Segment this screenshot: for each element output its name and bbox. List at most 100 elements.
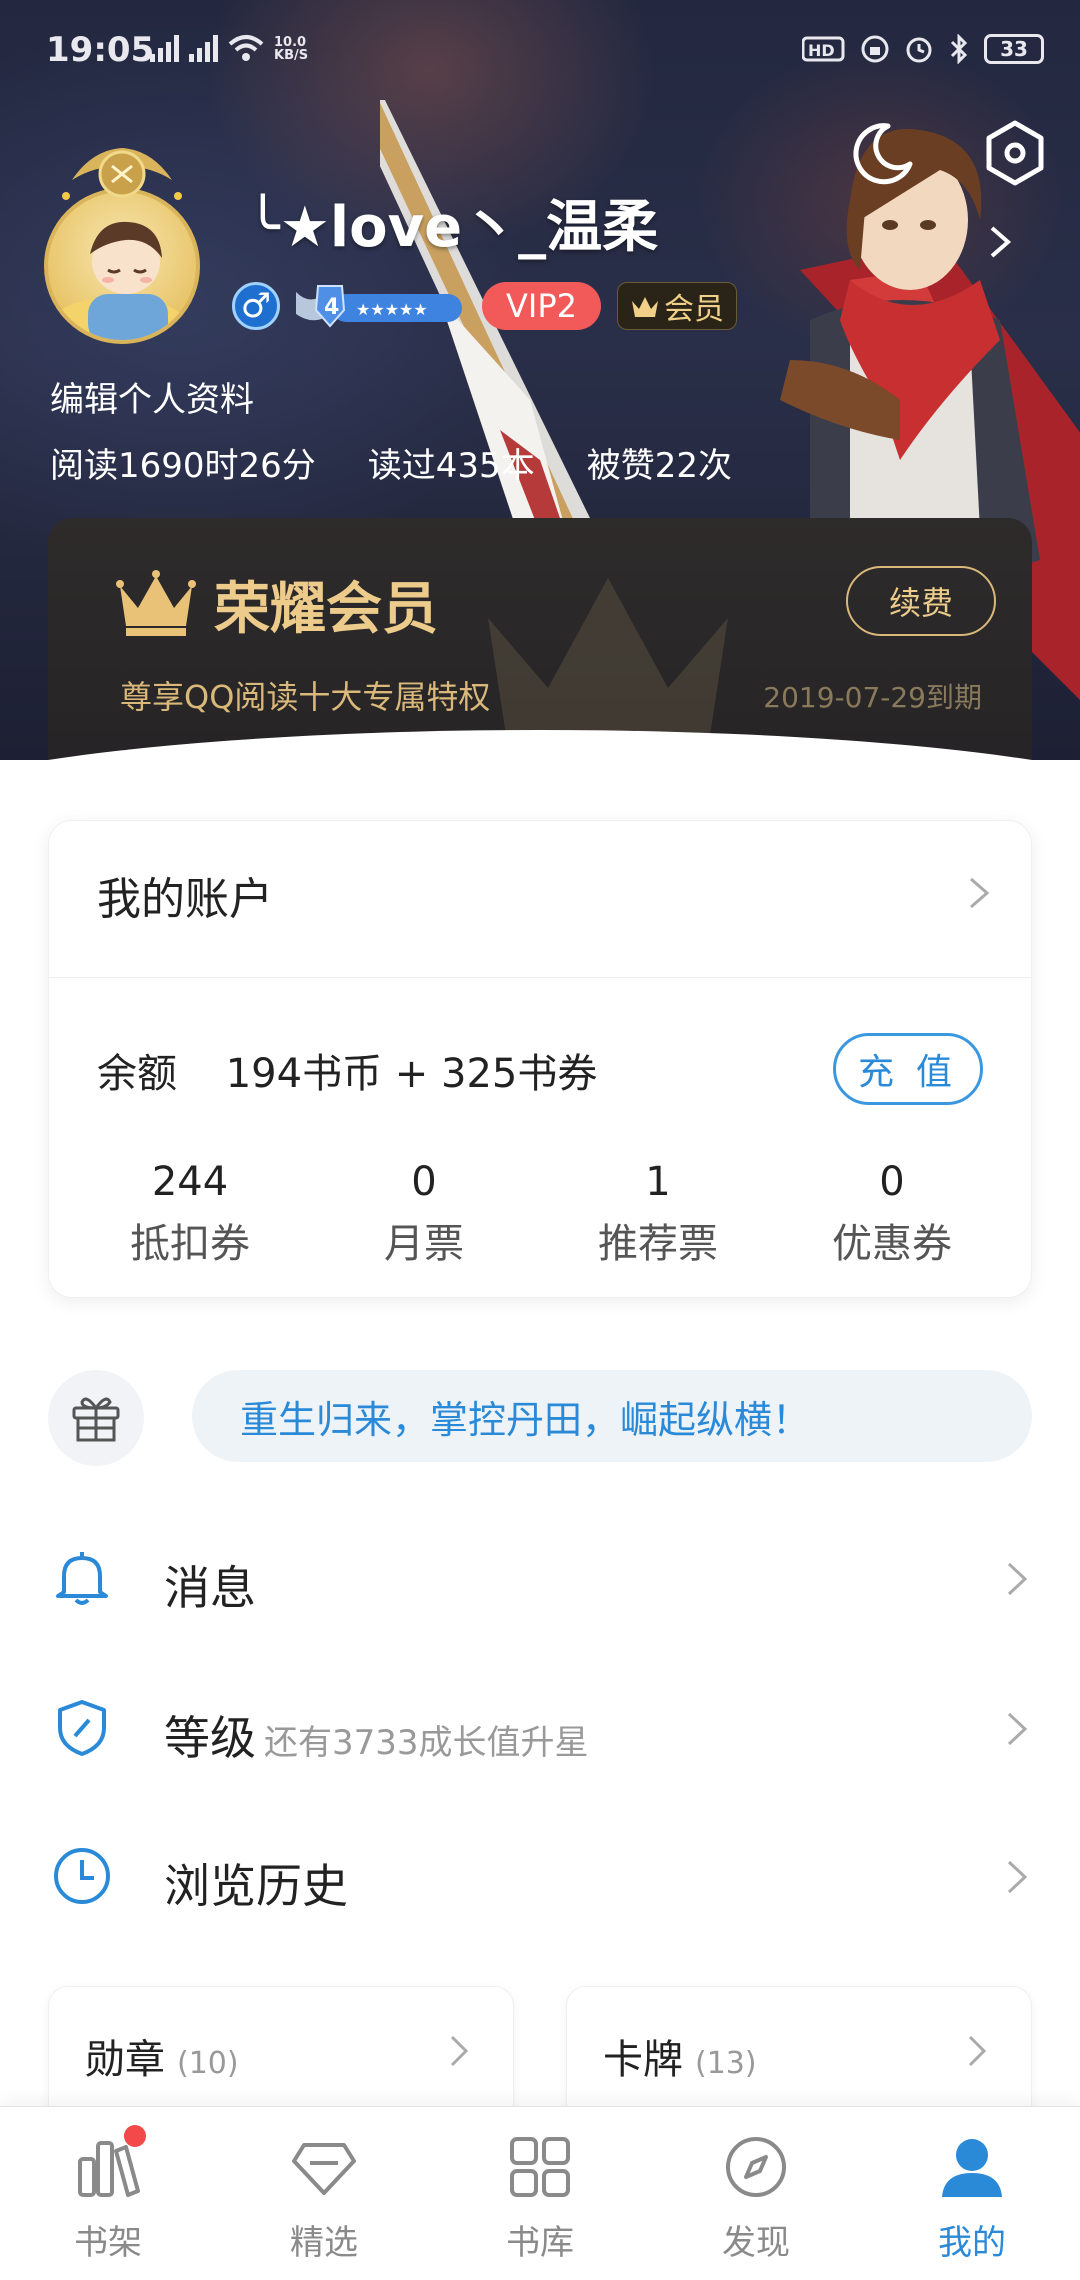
status-bar: 19:05 10.0 KB/S HD 33	[0, 0, 1080, 110]
renew-button[interactable]: 续费	[846, 566, 996, 636]
person-icon	[942, 2139, 1002, 2197]
nav-label: 发现	[722, 2223, 790, 2263]
ticket-deduction[interactable]: 244 抵扣券	[73, 1159, 307, 1269]
card-count: (13)	[695, 2046, 757, 2081]
bluetooth-icon	[950, 34, 968, 64]
ticket-label: 推荐票	[598, 1221, 718, 1267]
crown-icon	[116, 570, 196, 636]
level-number: 4	[324, 295, 339, 320]
nav-featured[interactable]: 精选	[216, 2107, 432, 2280]
clock-icon	[54, 1848, 110, 1904]
tile-label: 卡牌 (13)	[603, 2037, 757, 2083]
nav-library[interactable]: 书库	[432, 2107, 648, 2280]
ticket-value: 1	[645, 1159, 671, 1205]
chevron-right-icon[interactable]	[967, 873, 991, 913]
ticket-monthly[interactable]: 0 月票	[307, 1159, 541, 1269]
gift-button[interactable]	[48, 1370, 144, 1466]
avatar[interactable]	[24, 140, 214, 344]
ticket-label: 月票	[384, 1221, 464, 1267]
menu-item-messages[interactable]: 消息	[0, 1516, 1080, 1636]
menu-label: 消息	[164, 1561, 256, 1615]
vip-badge[interactable]: VIP2	[482, 282, 601, 330]
ticket-value: 0	[879, 1159, 905, 1205]
edit-profile-link[interactable]: 编辑个人资料	[50, 372, 254, 421]
balance-label: 余额	[97, 1051, 177, 1097]
menu-item-level[interactable]: 等级 还有3733成长值升星	[0, 1666, 1080, 1786]
ticket-value: 244	[151, 1159, 229, 1205]
shield-icon	[58, 1700, 106, 1756]
compass-icon	[726, 2137, 786, 2197]
level-progress-hint: 还有3733成长值升星	[264, 1723, 589, 1763]
ticket-coupon[interactable]: 0 优惠券	[775, 1159, 1009, 1269]
member-label: 会员	[663, 292, 724, 327]
crown-watermark-icon	[488, 578, 728, 748]
svg-text:HD: HD	[808, 41, 835, 60]
promo-banner[interactable]: 重生归来，掌控丹田，崛起纵横！	[192, 1370, 1032, 1462]
level-badge[interactable]: 4 ★★★★★	[296, 284, 466, 328]
medals-tile[interactable]: 勋章 (10)	[48, 1986, 514, 2126]
nav-discover[interactable]: 发现	[648, 2107, 864, 2280]
chevron-right-icon	[1007, 1562, 1028, 1596]
vip-expire-date: 2019-07-29到期	[763, 681, 982, 714]
ticket-row: 244 抵扣券 0 月票 1 推荐票 0 优惠券	[49, 1159, 1031, 1269]
wifi-icon	[228, 35, 264, 61]
chevron-right-icon	[450, 2035, 469, 2067]
profile-header: 19:05 10.0 KB/S HD 33 ╰★love丶_温柔 ♂ 4 ★★★…	[0, 0, 1080, 760]
nav-label: 书架	[74, 2223, 142, 2263]
night-mode-icon[interactable]	[848, 118, 918, 188]
divider	[49, 977, 1031, 978]
settings-icon[interactable]	[980, 118, 1050, 188]
tile-label: 勋章 (10)	[85, 2037, 239, 2083]
status-time: 19:05	[46, 30, 155, 70]
nav-bookshelf[interactable]: 书架	[0, 2107, 216, 2280]
signal-icon	[189, 34, 218, 62]
bottom-nav: 书架 精选 书库 发现 我的	[0, 2106, 1080, 2280]
ticket-value: 0	[411, 1159, 437, 1205]
crest-icon	[62, 148, 182, 200]
notification-dot	[124, 2125, 146, 2147]
network-speed: 10.0 KB/S	[274, 35, 309, 63]
nav-mine[interactable]: 我的	[864, 2107, 1080, 2280]
hd-icon: HD	[802, 36, 845, 62]
svg-text:★★★★★: ★★★★★	[356, 300, 428, 319]
male-icon: ♂	[232, 282, 280, 330]
badge-row: ♂ 4 ★★★★★ VIP2 会员	[232, 282, 737, 330]
ticket-label: 抵扣券	[130, 1221, 250, 1267]
alarm-icon	[906, 37, 932, 63]
likes-count: 被赞22次	[586, 446, 732, 486]
battery-icon: 33	[984, 34, 1044, 64]
menu-item-history[interactable]: 浏览历史	[0, 1814, 1080, 1934]
lock-rotation-icon	[861, 35, 889, 63]
ticket-recommend[interactable]: 1 推荐票	[541, 1159, 775, 1269]
chevron-right-icon	[968, 2035, 987, 2067]
balance-value: 194书币 + 325书券	[225, 1051, 598, 1097]
books-read: 读过435本	[367, 446, 535, 486]
chevron-right-icon	[1007, 1860, 1028, 1894]
grid-icon	[510, 2137, 570, 2197]
account-card: 我的账户 余额 194书币 + 325书券 充 值 244 抵扣券 0 月票 1…	[48, 820, 1032, 1298]
bell-icon	[56, 1552, 108, 1605]
nav-label: 书库	[506, 2223, 574, 2263]
ticket-label: 优惠券	[832, 1221, 952, 1267]
nav-label: 我的	[938, 2223, 1006, 2263]
recharge-button[interactable]: 充 值	[833, 1033, 983, 1105]
gift-icon	[72, 1397, 120, 1442]
balance: 余额 194书币 + 325书券	[97, 1041, 597, 1099]
account-title[interactable]: 我的账户	[97, 863, 273, 927]
menu-label: 浏览历史	[164, 1859, 348, 1913]
medal-count: (10)	[177, 2046, 239, 2081]
avatar-image	[44, 188, 200, 344]
menu-label: 等级 还有3733成长值升星	[164, 1711, 589, 1765]
cards-tile[interactable]: 卡牌 (13)	[566, 1986, 1032, 2126]
vip-subtitle: 尊享QQ阅读十大专属特权	[120, 678, 491, 716]
reading-stats: 阅读1690时26分 读过435本 被赞22次	[50, 438, 732, 487]
username[interactable]: ╰★love丶_温柔	[246, 182, 658, 263]
crown-icon	[631, 297, 658, 317]
diamond-icon	[292, 2143, 356, 2195]
vip-title: 荣耀会员	[214, 577, 438, 642]
reading-time: 阅读1690时26分	[50, 446, 316, 486]
chevron-right-icon[interactable]	[982, 222, 1018, 262]
vip-card[interactable]: 荣耀会员 尊享QQ阅读十大专属特权 2019-07-29到期 续费	[48, 518, 1032, 760]
member-badge[interactable]: 会员	[616, 282, 737, 330]
nav-label: 精选	[290, 2223, 358, 2263]
